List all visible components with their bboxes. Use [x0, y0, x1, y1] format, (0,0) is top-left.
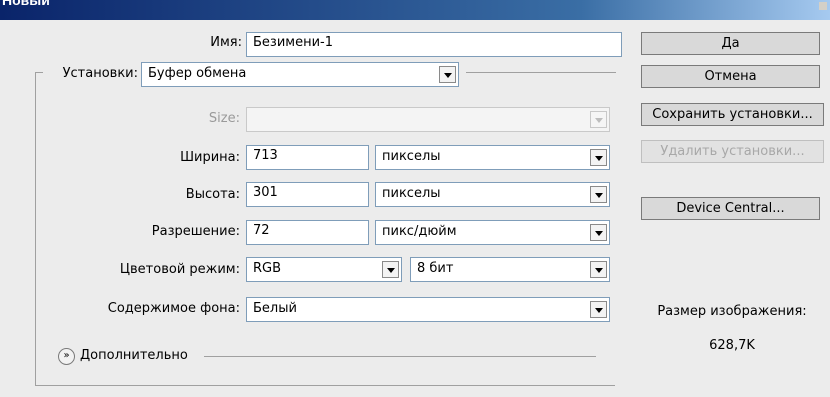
cancel-button[interactable]: Отмена [641, 65, 820, 88]
advanced-divider [204, 356, 596, 357]
new-document-dialog: Имя: Безимени-1 Установки: Буфер обмена … [0, 20, 830, 397]
image-size-label: Размер изображения: [657, 304, 807, 319]
bit-depth-select[interactable]: 8 бит [410, 257, 610, 282]
chevron-down-icon[interactable] [590, 186, 607, 203]
double-chevron-down-icon[interactable]: » [58, 348, 75, 365]
height-label: Высота: [185, 187, 240, 202]
size-label: Size: [208, 111, 240, 126]
group-line-left [36, 72, 43, 73]
size-select[interactable] [246, 107, 610, 132]
window-title: Новый [2, 0, 50, 8]
width-input[interactable]: 713 [246, 145, 369, 170]
background-select[interactable]: Белый [246, 297, 610, 322]
delete-preset-button[interactable]: Удалить установки... [641, 140, 824, 163]
resolution-unit-select[interactable]: пикс/дюйм [375, 220, 610, 245]
width-input-value: 713 [253, 148, 278, 163]
name-label: Имя: [210, 35, 242, 50]
chevron-down-icon[interactable] [439, 66, 456, 83]
resolution-input-value: 72 [253, 223, 270, 238]
height-input-value: 301 [253, 185, 278, 200]
background-label: Содержимое фона: [107, 301, 240, 316]
chevron-down-icon[interactable] [590, 261, 607, 278]
width-unit-value: пикселы [382, 149, 441, 164]
preset-select-value: Буфер обмена [148, 66, 247, 81]
resolution-input[interactable]: 72 [246, 220, 369, 245]
advanced-label[interactable]: Дополнительно [80, 348, 188, 363]
title-bar: Новый [0, 0, 830, 20]
chevron-down-icon[interactable] [382, 261, 399, 278]
window-control-icon[interactable] [819, 2, 827, 10]
group-line-right [466, 72, 616, 73]
color-mode-value: RGB [253, 261, 282, 276]
preset-label: Установки: [62, 66, 138, 81]
width-label: Ширина: [180, 150, 240, 165]
background-value: Белый [253, 301, 297, 316]
preset-select[interactable]: Буфер обмена [141, 62, 459, 87]
chevron-down-icon[interactable] [590, 149, 607, 166]
chevron-down-icon[interactable] [590, 224, 607, 241]
ok-button[interactable]: Да [641, 32, 820, 55]
resolution-label: Разрешение: [151, 224, 240, 239]
height-unit-select[interactable]: пикселы [375, 182, 610, 207]
image-size-value: 628,7K [709, 338, 755, 353]
chevron-down-icon[interactable] [590, 111, 607, 128]
resolution-unit-value: пикс/дюйм [382, 224, 457, 239]
chevron-down-icon[interactable] [590, 301, 607, 318]
height-input[interactable]: 301 [246, 182, 369, 207]
name-input[interactable]: Безимени-1 [246, 32, 622, 57]
name-input-value: Безимени-1 [253, 35, 333, 50]
color-mode-label: Цветовой режим: [119, 262, 240, 277]
bit-depth-value: 8 бит [417, 261, 454, 276]
color-mode-select[interactable]: RGB [246, 257, 402, 282]
height-unit-value: пикселы [382, 186, 441, 201]
width-unit-select[interactable]: пикселы [375, 145, 610, 170]
save-preset-button[interactable]: Сохранить установки... [641, 103, 824, 126]
device-central-button[interactable]: Device Central... [641, 197, 820, 220]
